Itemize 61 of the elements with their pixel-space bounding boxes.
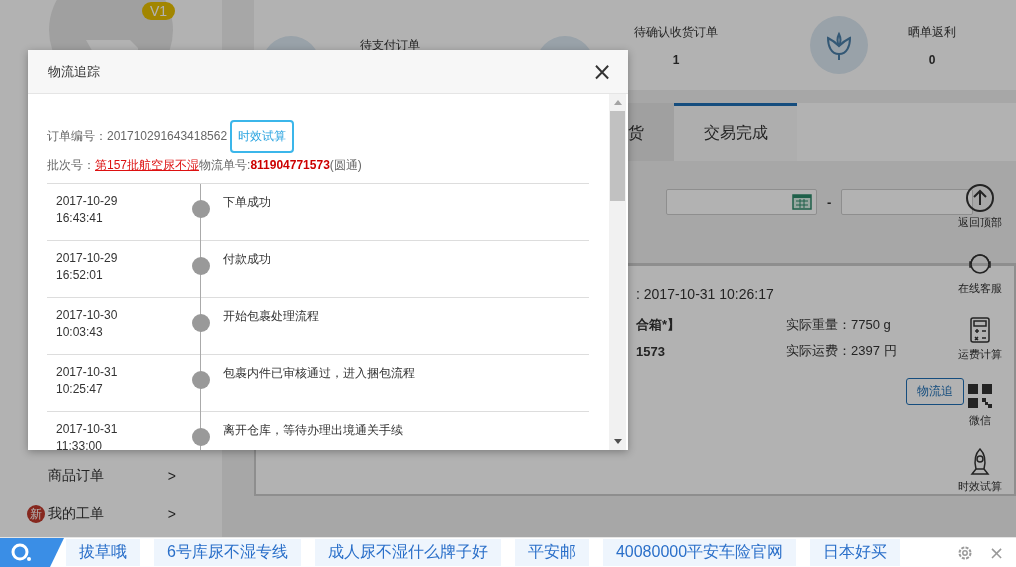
search-suggestion-link[interactable]: 成人尿不湿什么牌子好 xyxy=(314,539,501,566)
tool-label[interactable]: 运费计算 xyxy=(958,347,1002,362)
scrollbar[interactable] xyxy=(609,94,626,450)
flower-icon xyxy=(810,16,868,74)
tool-label[interactable]: 在线客服 xyxy=(958,281,1002,296)
fee-text: 实际运费：2397 円 xyxy=(786,342,897,360)
timeline-dot xyxy=(192,257,210,275)
tool-label[interactable]: 微信 xyxy=(969,413,991,428)
event-time: 2017-10-30 10:03:43 xyxy=(55,307,119,341)
sidebar-item[interactable]: 商品订单 > xyxy=(0,457,222,495)
stat-label: 待支付订单 xyxy=(360,36,420,54)
range-separator: - xyxy=(827,194,832,210)
tab[interactable]: 交易完成 xyxy=(674,103,797,161)
scroll-down-icon[interactable] xyxy=(613,439,622,444)
event-text: 离开仓库，等待办理出境通关手续 xyxy=(222,422,403,439)
weight-text: 实际重量：7750 g xyxy=(786,316,891,334)
order-number: 订单编号：201710291643418562 xyxy=(47,128,228,145)
event-text: 开始包裹处理流程 xyxy=(222,308,319,325)
stat-value: 1 xyxy=(672,52,680,67)
tracking-number: 1573 xyxy=(636,343,666,359)
event-text: 包裹内件已审核通过，进入捆包流程 xyxy=(222,365,415,382)
event-time: 2017-10-31 11:33:00 xyxy=(55,421,119,450)
qr-code-icon[interactable] xyxy=(965,381,995,411)
calendar-icon xyxy=(792,194,812,210)
event-time: 2017-10-29 16:43:41 xyxy=(55,193,119,227)
sidebar-item[interactable]: 新 我的工单 > xyxy=(0,495,222,533)
search-suggestion-link[interactable]: 拔草哦 xyxy=(66,539,140,566)
search-suggestion-link[interactable]: 日本好买 xyxy=(810,539,901,566)
timeline-dot xyxy=(192,200,210,218)
batch-label: 批次号： xyxy=(47,158,95,172)
scrollbar-thumb[interactable] xyxy=(610,111,625,201)
carrier-name: (圆通) xyxy=(329,158,362,172)
scroll-up-icon[interactable] xyxy=(613,100,622,105)
event-time: 2017-10-31 10:25:47 xyxy=(55,364,119,398)
tracking-label: 物流单号: xyxy=(199,158,251,172)
tool-label[interactable]: 返回顶部 xyxy=(958,215,1002,230)
close-button[interactable]: × xyxy=(591,59,612,84)
stat-value: 0 xyxy=(928,52,936,67)
stat-label: 待确认收货订单 xyxy=(634,23,718,41)
event-time: 2017-10-29 16:52:01 xyxy=(55,250,119,284)
search-suggestion-link[interactable]: 40080000平安车险官网 xyxy=(602,539,797,566)
event-text: 下单成功 xyxy=(222,194,271,211)
batch-link[interactable]: 第157批航空尿不湿 xyxy=(95,158,200,172)
tool-label[interactable]: 时效试算 xyxy=(958,479,1002,494)
stat-label: 晒单返利 xyxy=(908,23,956,41)
level-badge: V1 xyxy=(142,2,176,20)
search-logo-icon[interactable] xyxy=(0,538,64,567)
tracking-number: 811904771573 xyxy=(250,158,330,172)
search-suggestion-link[interactable]: 平安邮 xyxy=(514,539,589,566)
timeline-dot xyxy=(192,314,210,332)
tracking-button[interactable]: 物流追 xyxy=(906,378,964,405)
date-field[interactable] xyxy=(666,189,817,215)
settings-icon[interactable] xyxy=(956,544,973,561)
timeline-dot xyxy=(192,428,210,446)
event-text: 付款成功 xyxy=(222,251,271,268)
package-text: 合箱*】 xyxy=(636,316,682,334)
date-field[interactable] xyxy=(841,189,974,215)
order-time: : 2017-10-31 10:26:17 xyxy=(636,285,774,304)
search-suggestion-link[interactable]: 6号库尿不湿专线 xyxy=(154,539,301,566)
timeline-dot xyxy=(192,371,210,389)
dialog-title: 物流追踪 xyxy=(48,62,100,81)
